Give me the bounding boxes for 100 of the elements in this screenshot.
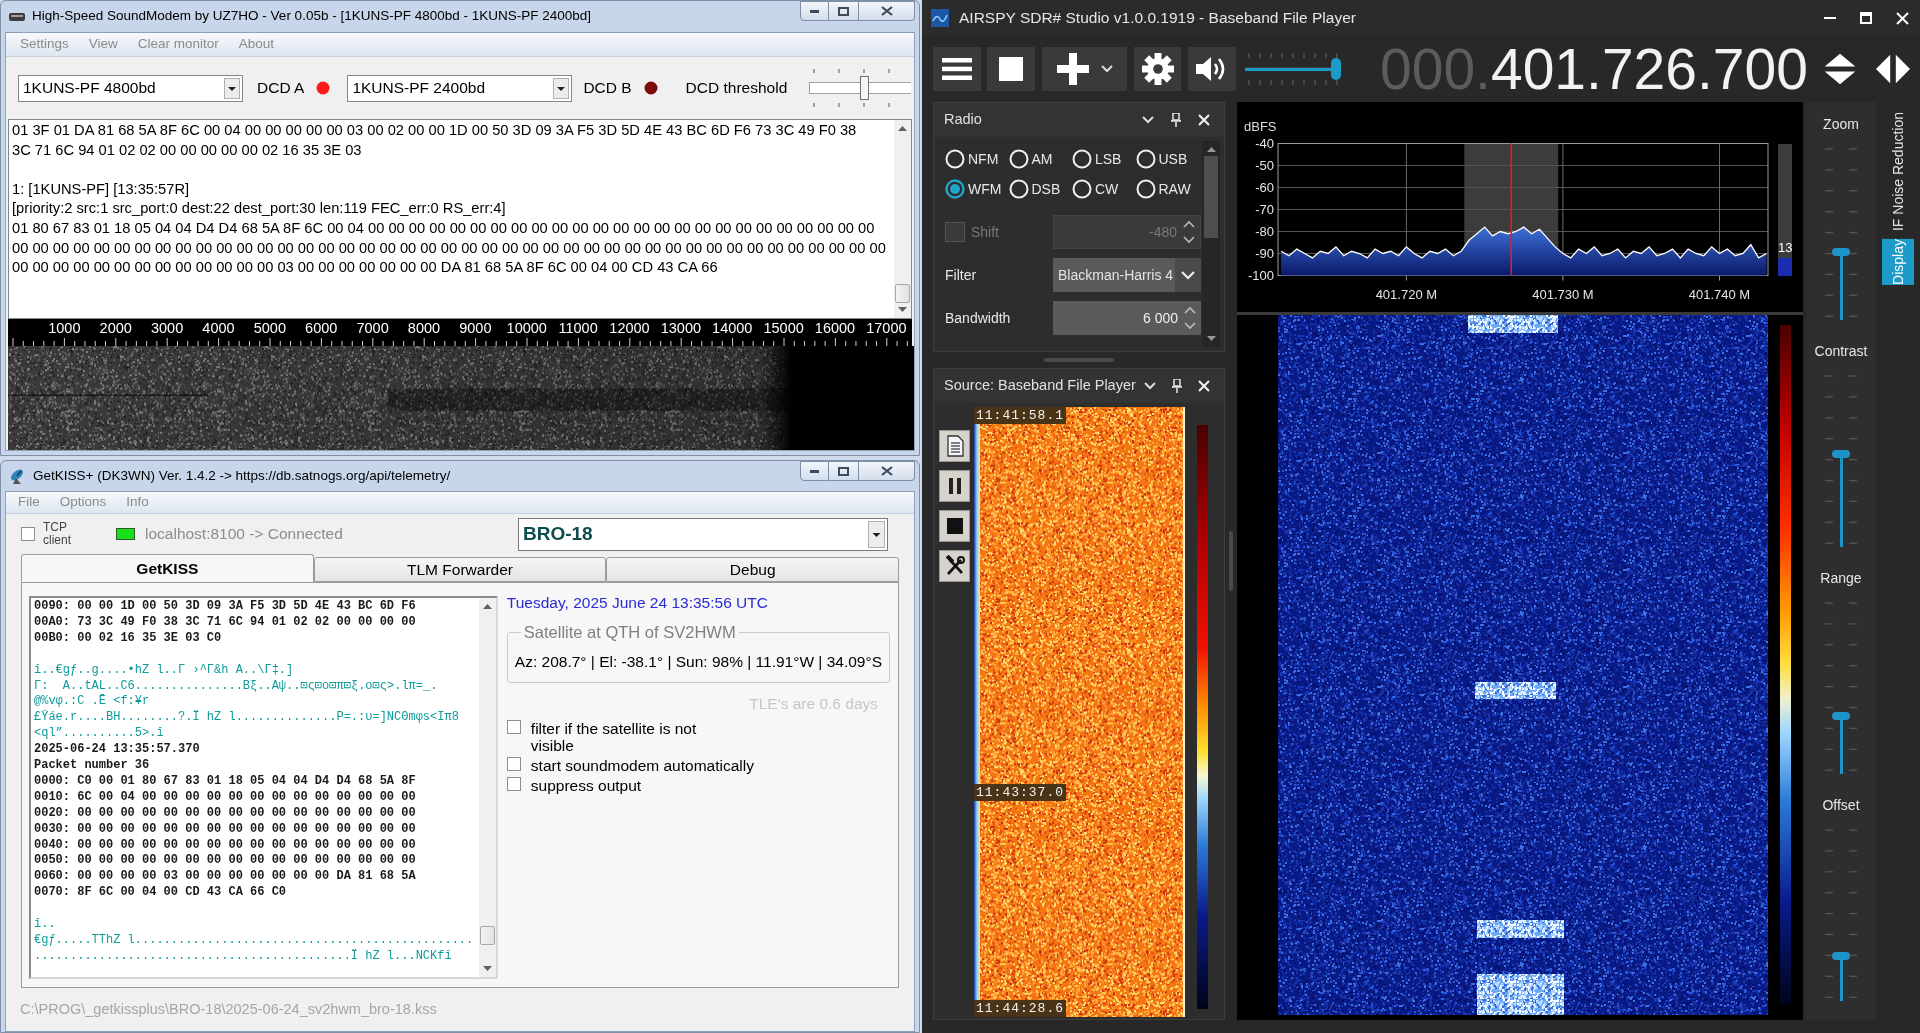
checkbox[interactable]	[506, 757, 521, 772]
axis-tick-label: -90	[1255, 246, 1274, 261]
add-button[interactable]	[1042, 47, 1127, 91]
scrollbar[interactable]	[1202, 141, 1220, 347]
scrollbar[interactable]	[478, 598, 496, 977]
scrollbar-thumb[interactable]	[895, 284, 910, 303]
settings-button[interactable]	[1134, 47, 1181, 91]
monitor-line: 00 00 00 00 00 00 00 00 00 00 00 00 00 03 00 00 00 00 00 00 00 DA 81 68 5A 8F 6C 00 04 00 CD 43 CA 66	[12, 258, 719, 278]
close-icon	[880, 6, 893, 16]
frequency-value[interactable]: 401.726.700	[1490, 39, 1808, 99]
checkbox[interactable]	[506, 720, 521, 735]
checkbox-label: suppress output	[530, 777, 642, 795]
log-line: Г: A..tAL..C6...............Bξ..Aψ..⊡ς⊡o⊡π⊡ξ.o⊡ς>.lπ=_.	[34, 678, 439, 694]
radio-button[interactable]: WFM	[945, 177, 1009, 201]
monitor-line: [priority:2 src:1 src_port:0 dest:22 dest_port:30 len:119 FEC_err:0 RS_err:4]	[12, 199, 507, 219]
close-button[interactable]	[859, 1, 915, 21]
axis-tick-label: -50	[1255, 158, 1274, 173]
axis-tick-label: 401.740 M	[1688, 287, 1751, 302]
ruler-label: 14000	[711, 320, 754, 337]
menu-icon	[942, 57, 972, 81]
radio-button[interactable]: RAW	[1135, 177, 1199, 201]
radio-button[interactable]: AM	[1008, 147, 1072, 171]
maximize-button[interactable]	[829, 1, 859, 21]
monitor-line: 3C 71 6C 94 01 02 02 00 00 00 00 00 02 16 35 3E 03	[12, 140, 363, 160]
tuning-marker[interactable]	[1510, 142, 1513, 277]
axis-tick-label: 401.720 M	[1375, 287, 1438, 302]
scrollbar-thumb[interactable]	[1204, 156, 1218, 238]
log-line: 0000: C0 00 01 80 67 83 01 18 05 04 04 D4 D4 68 5A 8F	[34, 773, 417, 790]
audio-button[interactable]	[1188, 47, 1236, 91]
minimize-button[interactable]	[800, 1, 829, 21]
satellite-select[interactable]: BRO-18	[518, 517, 888, 551]
ruler-label: 8000	[406, 320, 442, 337]
timestamp-label: 11:41:58.1	[974, 407, 1066, 424]
log-line: î..	[34, 917, 57, 933]
field-label: Filter	[945, 265, 978, 285]
ruler-label: 7000	[355, 320, 390, 337]
slider-thumb[interactable]	[1832, 712, 1850, 721]
tab[interactable]: TLM Forwarder	[313, 557, 607, 582]
maximize-button[interactable]	[829, 461, 859, 481]
checkbox[interactable]	[506, 777, 521, 792]
splitter-handle[interactable]	[1044, 358, 1114, 362]
ruler-label: 16000	[813, 320, 857, 337]
window-title: GetKISS+ (DK3WN) Ver. 1.4.2 -> https://db.satnogs.org/api/telemetry/	[33, 466, 451, 485]
menu-button[interactable]	[933, 47, 981, 91]
axis-tick-label: 401.730 M	[1532, 287, 1594, 302]
monitor-line: 00 00 00 00 00 00 00 00 00 00 00 00 00 00 00 00 00 00 00 00 00 00 00 00 00 00 00 00 00 00 00 00 00 00 00 00 00 00 00 00 00 00 00	[12, 238, 887, 258]
scroll-up-arrow-icon	[482, 604, 492, 609]
scrollbar-thumb[interactable]	[479, 926, 495, 945]
dcd-label: DCD A	[257, 78, 305, 99]
open-file-button[interactable]	[939, 430, 970, 462]
spin-field[interactable]: 6 000	[1053, 301, 1201, 335]
checkbox-label: Shift	[971, 222, 1000, 242]
scroll-up-arrow-icon	[898, 126, 907, 131]
pause-button[interactable]	[939, 470, 970, 502]
chevron-down-icon	[1143, 382, 1156, 390]
log-line: 0070: 8F 6C 00 04 00 CD 43 CA 66 C0	[34, 885, 288, 902]
pin-icon	[1171, 113, 1181, 127]
slider-thumb[interactable]	[1832, 951, 1850, 960]
monitor-line: 01 80 67 83 01 18 05 04 04 D4 D4 68 5A 8F 6C 00 04 00 00 00 00 00 00 00 00 00 00 00 00 00 00 00 00 00 00 00 00 00 00 00 00 00	[12, 218, 876, 238]
ruler-label: 4000	[201, 320, 236, 337]
stop-button[interactable]	[939, 510, 970, 542]
side-tab[interactable]: IF Noise Reduction	[1882, 112, 1914, 232]
ruler-label: 6000	[304, 320, 339, 337]
ruler-label: 13000	[659, 320, 703, 337]
radio-button[interactable]: LSB	[1072, 147, 1136, 171]
log-line: @%vφ.:C .Ē <f:¥r	[34, 694, 151, 710]
ruler-label: 17000	[865, 320, 908, 337]
close-button[interactable]	[859, 461, 915, 481]
radio-button[interactable]: USB	[1135, 147, 1199, 171]
slider-label: Contrast	[1814, 342, 1868, 360]
stop-button[interactable]	[987, 47, 1035, 91]
slider-thumb[interactable]	[859, 76, 869, 100]
maximize-icon	[1860, 12, 1872, 24]
scroll-down-arrow-icon	[1206, 336, 1216, 341]
slider-thumb[interactable]	[1832, 247, 1850, 256]
ruler-label: 10000	[505, 320, 548, 337]
radio-button[interactable]: DSB	[1008, 177, 1072, 201]
scrollbar[interactable]	[894, 120, 911, 318]
checkbox[interactable]	[21, 527, 35, 541]
splitter-handle[interactable]	[1229, 531, 1233, 591]
tab[interactable]: GetKISS	[21, 554, 314, 582]
maximize-icon	[838, 466, 849, 476]
radio-button[interactable]: NFM	[945, 147, 1009, 171]
slider-thumb[interactable]	[1331, 58, 1342, 80]
tab[interactable]: Debug	[606, 557, 899, 582]
status-text: C:\PROG\_getkissplus\BRO-18\2025-06-24_sv2hwm_bro-18.kss	[20, 999, 437, 1019]
modem-select[interactable]: 1KUNS-PF 2400bd	[347, 74, 573, 102]
plus-icon	[1056, 53, 1089, 85]
slider-label: Offset	[1822, 796, 1860, 814]
close-icon	[1198, 114, 1210, 126]
monitor-line: 1: [1KUNS-PF] [13:35:57R]	[12, 179, 191, 199]
minimize-button[interactable]	[800, 461, 829, 481]
timestamp-label: 11:44:28.6	[974, 1000, 1066, 1017]
threshold-slider[interactable]	[809, 66, 912, 110]
modem-select[interactable]: 1KUNS-PF 4800bd	[18, 74, 243, 102]
slider-thumb[interactable]	[1832, 450, 1850, 459]
radio-button[interactable]: CW	[1072, 177, 1136, 201]
tools-button[interactable]	[939, 550, 970, 582]
filter-select[interactable]: Blackman-Harris 4	[1053, 258, 1201, 292]
ruler-label: 11000	[557, 320, 599, 337]
